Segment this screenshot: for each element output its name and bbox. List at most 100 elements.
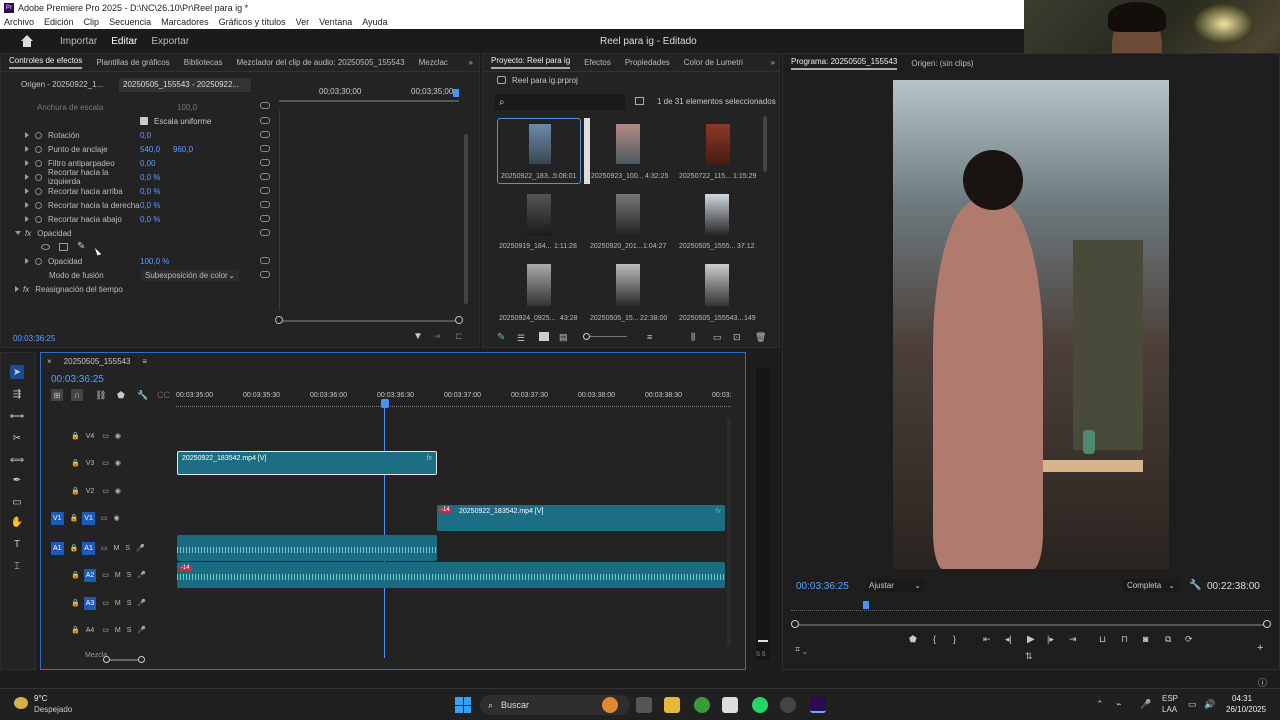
microphone-icon[interactable]: 🎤	[137, 599, 146, 607]
tab-audio-clip-mixer[interactable]: Mezclador del clip de audio: 20250505_15…	[236, 58, 404, 67]
reset-icon[interactable]	[260, 102, 270, 109]
tab-mixer-truncated[interactable]: Mezclac	[419, 58, 448, 67]
lock-icon[interactable]: 🔒	[71, 487, 80, 495]
reset-icon[interactable]	[260, 257, 270, 264]
stopwatch-icon[interactable]	[35, 215, 42, 223]
marker-icon[interactable]: ⬟	[909, 634, 917, 645]
expand-icon[interactable]	[25, 258, 29, 264]
sync-icon[interactable]: ▭	[102, 599, 109, 607]
pen-icon[interactable]: ✒	[10, 473, 24, 487]
timeline-settings-icon[interactable]: 🔧	[137, 390, 148, 401]
task-view-icon[interactable]	[636, 697, 652, 713]
eye-icon[interactable]: ◉	[113, 514, 119, 522]
rectangle-icon[interactable]: ▭	[10, 495, 24, 509]
new-item-icon[interactable]: ⊡	[733, 332, 741, 343]
pencil-icon[interactable]: ✎	[497, 332, 505, 343]
sequence-tab[interactable]: × 20250505_155543 ≡	[47, 357, 147, 366]
linked-select-icon[interactable]: ⛓	[95, 390, 106, 401]
compare-icon[interactable]: ⧉	[1165, 634, 1171, 645]
sync-icon[interactable]: ▭	[101, 544, 108, 552]
project-scrollbar[interactable]	[763, 116, 767, 172]
network-icon[interactable]: ⌁	[1116, 699, 1121, 710]
find-icon[interactable]: ▭	[713, 332, 722, 343]
program-zoom-bar[interactable]	[795, 624, 1269, 626]
stopwatch-icon[interactable]	[35, 201, 42, 209]
reset-icon[interactable]	[260, 229, 270, 236]
effects-playhead[interactable]	[453, 89, 459, 97]
uniform-scale-checkbox[interactable]	[140, 117, 148, 125]
ripple-edit-icon[interactable]: ⟷	[10, 409, 24, 423]
icon-view-icon[interactable]	[539, 332, 549, 341]
param-value[interactable]: 0,0	[140, 131, 151, 140]
lang-top[interactable]: ESP	[1162, 694, 1178, 703]
sync-icon[interactable]: ▭	[102, 432, 109, 440]
menu-sequence[interactable]: Secuencia	[109, 17, 151, 27]
expand-icon[interactable]	[15, 286, 19, 292]
camera-icon[interactable]: ◙	[1143, 634, 1148, 644]
sync-icon[interactable]: ▭	[102, 487, 109, 495]
reset-icon[interactable]	[260, 131, 270, 138]
tab-properties[interactable]: Propiedades	[625, 58, 670, 67]
microphone-icon[interactable]: 🎤	[137, 626, 146, 634]
mute-button[interactable]: M	[115, 600, 121, 607]
weather-icon[interactable]	[14, 697, 28, 709]
microphone-icon[interactable]: 🎤	[137, 571, 146, 579]
eye-icon[interactable]: ◉	[115, 432, 121, 440]
tab-import[interactable]: Importar	[60, 36, 97, 47]
lock-icon[interactable]: 🔒	[71, 459, 80, 467]
go-to-out-icon[interactable]: ⇥	[1069, 634, 1077, 645]
param-value[interactable]: 0,0 %	[140, 215, 160, 224]
panel-overflow-icon[interactable]: »	[469, 58, 473, 67]
panel-overflow-icon[interactable]: »	[771, 58, 775, 67]
program-playhead[interactable]	[863, 601, 869, 609]
param-value[interactable]: 0,0 %	[140, 201, 160, 210]
thumbnail[interactable]	[706, 124, 730, 164]
lock-icon[interactable]: 🔒	[71, 626, 80, 634]
nest-toggle-icon[interactable]: ⊞	[51, 389, 63, 401]
add-button-icon[interactable]: +	[1257, 642, 1263, 654]
tab-edit[interactable]: Editar	[111, 36, 137, 47]
source-patch-a1[interactable]: A1	[51, 541, 64, 555]
lang-bottom[interactable]: LAA	[1162, 705, 1177, 714]
lock-icon[interactable]: 🔒	[71, 599, 80, 607]
blend-mode-dropdown[interactable]: Subexposición de color ⌄	[141, 269, 239, 281]
fit-dropdown[interactable]: Ajustar ⌄	[865, 579, 925, 593]
sync-icon[interactable]: ▭	[102, 571, 109, 579]
program-video-frame[interactable]	[893, 80, 1169, 569]
tab-export[interactable]: Exportar	[151, 36, 189, 47]
reset-icon[interactable]	[260, 117, 270, 124]
automate-icon[interactable]: ⫼	[691, 332, 695, 343]
mark-in-icon[interactable]: {	[933, 634, 936, 644]
trim-icon[interactable]: ⇅	[1025, 651, 1033, 662]
reset-icon[interactable]	[260, 145, 270, 152]
effects-timecode[interactable]: 00:03:36:25	[13, 334, 55, 343]
menu-clip[interactable]: Clip	[84, 17, 100, 27]
sync-icon[interactable]: ▭	[102, 459, 109, 467]
mute-button[interactable]: M	[113, 545, 119, 552]
filter-icon[interactable]: ▼	[413, 331, 423, 342]
razor-icon[interactable]: ✂	[10, 431, 24, 445]
reset-icon[interactable]	[260, 271, 270, 278]
tab-project[interactable]: Proyecto: Reel para ig	[491, 56, 571, 69]
file-explorer-icon[interactable]	[664, 697, 680, 713]
volume-icon[interactable]: 🔊	[1204, 699, 1215, 710]
param-value[interactable]: 0,00	[140, 159, 156, 168]
stopwatch-icon[interactable]	[35, 131, 42, 139]
type-icon[interactable]: T	[10, 537, 24, 551]
expand-icon[interactable]	[25, 132, 29, 138]
mute-button[interactable]: M	[115, 572, 121, 579]
thumbnail[interactable]	[616, 124, 640, 164]
param-value[interactable]: 0,0 %	[140, 187, 160, 196]
hscroll-handle-left[interactable]	[103, 656, 110, 663]
mute-button[interactable]: M	[115, 627, 121, 634]
zoom-handle-right[interactable]	[455, 316, 463, 324]
tab-lumetri[interactable]: Color de Lumetri	[684, 58, 743, 67]
tray-overflow-icon[interactable]: ⌃	[1096, 699, 1104, 710]
source-clip-label[interactable]: Origen - 20250922_1...	[21, 80, 103, 89]
hand-icon[interactable]: ✋	[10, 515, 24, 529]
multicam-icon[interactable]: ⟳	[1185, 634, 1193, 645]
reset-icon[interactable]	[260, 173, 270, 180]
track-label[interactable]: V1	[82, 511, 95, 525]
expand-icon[interactable]	[25, 174, 29, 180]
text-edit-icon[interactable]: ⌶	[10, 559, 24, 573]
